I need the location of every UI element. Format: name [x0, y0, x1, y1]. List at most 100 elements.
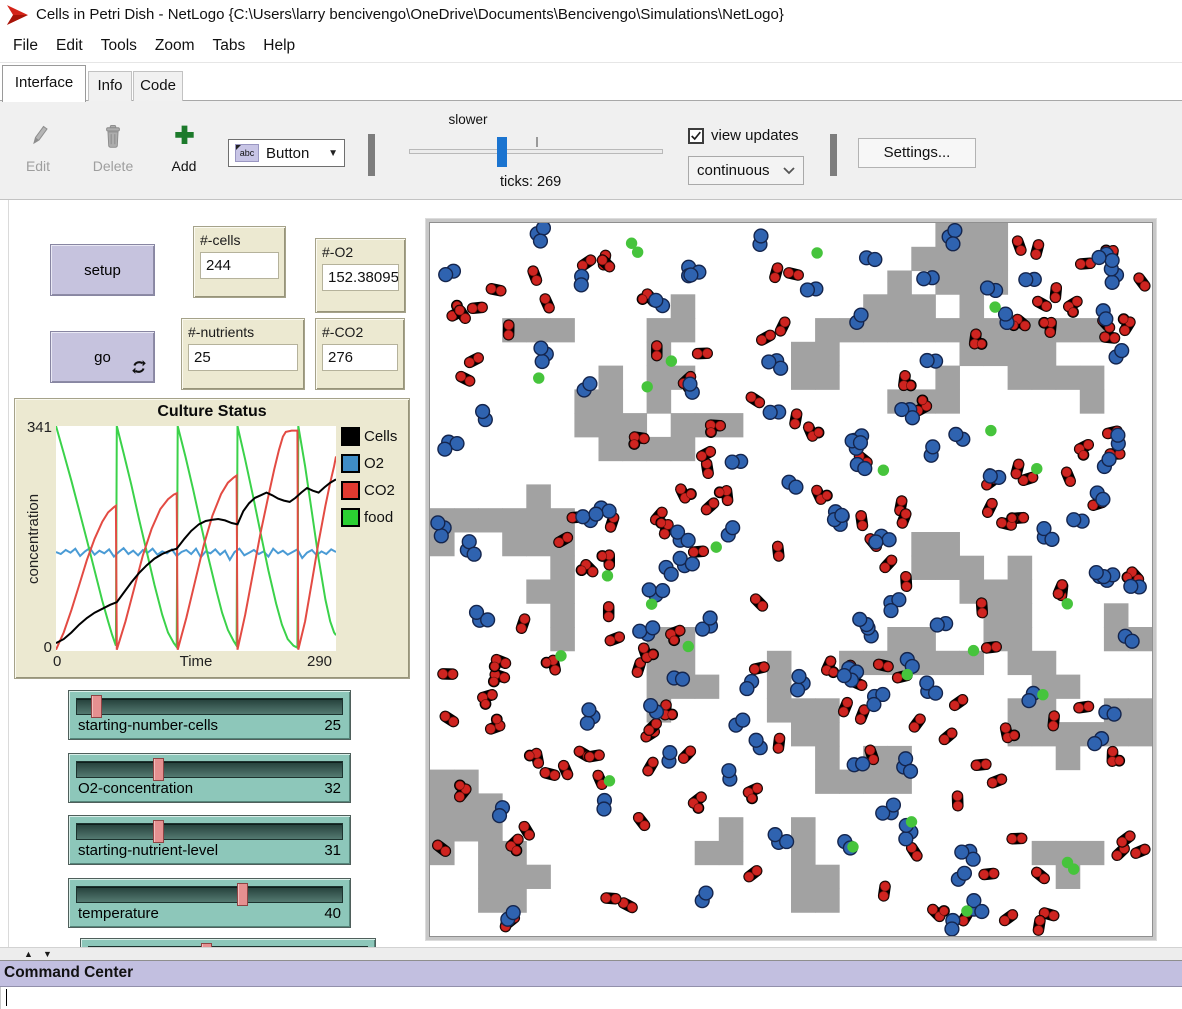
netlogo-icon — [7, 5, 29, 25]
world-view[interactable] — [429, 222, 1153, 937]
slider-value: 31 — [324, 842, 341, 859]
x-axis-title: Time — [56, 653, 336, 670]
slider-starting-nutrient-level[interactable]: starting-nutrient-level 31 — [68, 815, 351, 865]
monitor-value: 25 — [188, 344, 298, 371]
slider-temperature[interactable]: temperature 40 — [68, 878, 351, 928]
setup-button[interactable]: setup — [50, 244, 155, 296]
slider-handle[interactable] — [91, 695, 102, 718]
slider-track — [76, 698, 343, 715]
ticks-counter: ticks: 269 — [500, 174, 561, 190]
setup-button-label: setup — [84, 262, 121, 279]
toolbar-separator — [368, 134, 375, 176]
monitor-value: 244 — [200, 252, 279, 279]
legend-item-food: food — [341, 506, 393, 528]
slider-track — [76, 761, 343, 778]
menu-edit[interactable]: Edit — [47, 33, 92, 59]
trash-icon — [102, 123, 124, 149]
plus-icon — [173, 123, 196, 149]
add-widget-button[interactable]: Add — [162, 123, 206, 174]
slider-value: 25 — [324, 717, 341, 734]
go-button-label: go — [94, 349, 111, 366]
slider-partial[interactable] — [80, 938, 376, 947]
slider-o2-concentration[interactable]: O2-concentration 32 — [68, 753, 351, 803]
speed-slider-handle[interactable] — [497, 137, 507, 167]
toolbar-separator — [830, 134, 837, 176]
legend-swatch-cells — [341, 427, 360, 446]
command-center-splitter[interactable]: ▲ ▼ — [0, 947, 1182, 961]
slider-track — [76, 886, 343, 903]
tab-code[interactable]: Code — [133, 71, 183, 101]
command-center-input[interactable] — [0, 987, 1182, 1009]
slider-value: 32 — [324, 780, 341, 797]
slider-handle[interactable] — [237, 883, 248, 906]
splitter-up-arrow-icon[interactable]: ▲ — [24, 949, 33, 959]
speed-slider-track[interactable] — [409, 149, 663, 154]
slider-handle[interactable] — [153, 820, 164, 843]
legend-swatch-co2 — [341, 481, 360, 500]
widget-type-chooser[interactable]: abc Button ▼ — [228, 139, 345, 167]
view-updates-label: view updates — [711, 127, 799, 144]
legend-label: food — [364, 509, 393, 526]
monitor-num-co2: #-CO2 276 — [315, 318, 405, 390]
legend-item-o2: O2 — [341, 452, 384, 474]
slider-handle[interactable] — [153, 758, 164, 781]
title-bar: Cells in Petri Dish - NetLogo {C:\Users\… — [0, 0, 1182, 30]
x-axis-max-label: 290 — [307, 653, 332, 670]
menu-zoom[interactable]: Zoom — [146, 33, 204, 59]
slider-value: 40 — [324, 905, 341, 922]
y-axis-title: concentration — [25, 459, 43, 619]
update-mode-value: continuous — [697, 162, 783, 179]
monitor-num-cells: #-cells 244 — [193, 226, 286, 298]
widget-chooser-value: Button — [266, 145, 328, 162]
speed-slider-tick — [536, 137, 538, 147]
command-center-header: Command Center — [0, 961, 1182, 987]
legend-label: Cells — [364, 428, 397, 445]
legend-swatch-food — [341, 508, 360, 527]
go-button[interactable]: go — [50, 331, 155, 383]
window-title: Cells in Petri Dish - NetLogo {C:\Users\… — [36, 6, 784, 23]
menu-tabs[interactable]: Tabs — [204, 33, 255, 59]
tab-info[interactable]: Info — [88, 71, 132, 101]
monitor-value: 152.38095 — [322, 264, 399, 291]
slider-label: O2-concentration — [78, 780, 193, 797]
slider-starting-number-cells[interactable]: starting-number-cells 25 — [68, 690, 351, 740]
button-widget-icon: abc — [235, 144, 259, 162]
legend-item-cells: Cells — [341, 425, 397, 447]
delete-widget-button[interactable]: Delete — [86, 123, 140, 174]
chevron-down-icon — [783, 167, 795, 175]
tab-bar: Interface Info Code — [0, 63, 1182, 101]
y-axis-max-label: 341 — [15, 419, 52, 436]
legend-item-co2: CO2 — [341, 479, 395, 501]
chooser-dropdown-arrow-icon: ▼ — [328, 148, 338, 159]
menu-file[interactable]: File — [4, 33, 47, 59]
delete-label: Delete — [86, 158, 140, 174]
forever-icon — [132, 360, 146, 374]
pencil-icon — [26, 123, 50, 149]
menu-bar: File Edit Tools Zoom Tabs Help — [0, 30, 1182, 63]
canvas-edge-line — [8, 200, 9, 947]
world-view-frame — [425, 218, 1157, 941]
world-canvas — [430, 223, 1152, 936]
menu-help[interactable]: Help — [254, 33, 304, 59]
edit-widget-button[interactable]: Edit — [16, 123, 60, 174]
monitor-label: #-CO2 — [322, 324, 398, 340]
interface-toolbar: Edit Delete Add abc Button ▼ slower tick… — [0, 101, 1182, 200]
edit-label: Edit — [16, 158, 60, 174]
view-updates-checkbox[interactable] — [688, 128, 704, 144]
culture-status-plot: Culture Status 341 0 concentration 0 Tim… — [14, 398, 410, 679]
add-label: Add — [162, 158, 206, 174]
update-mode-dropdown[interactable]: continuous — [688, 156, 804, 185]
slider-label: starting-number-cells — [78, 717, 218, 734]
tab-interface[interactable]: Interface — [2, 65, 86, 102]
slider-label: temperature — [78, 905, 159, 922]
slider-label: starting-nutrient-level — [78, 842, 218, 859]
splitter-down-arrow-icon[interactable]: ▼ — [43, 949, 52, 959]
y-axis-min-label: 0 — [15, 639, 52, 656]
command-center-title: Command Center — [4, 964, 133, 981]
menu-tools[interactable]: Tools — [92, 33, 146, 59]
legend-swatch-o2 — [341, 454, 360, 473]
monitor-num-nutrients: #-nutrients 25 — [181, 318, 305, 390]
slider-track — [76, 823, 343, 840]
settings-button[interactable]: Settings... — [858, 138, 976, 168]
checkmark-icon — [690, 130, 702, 142]
